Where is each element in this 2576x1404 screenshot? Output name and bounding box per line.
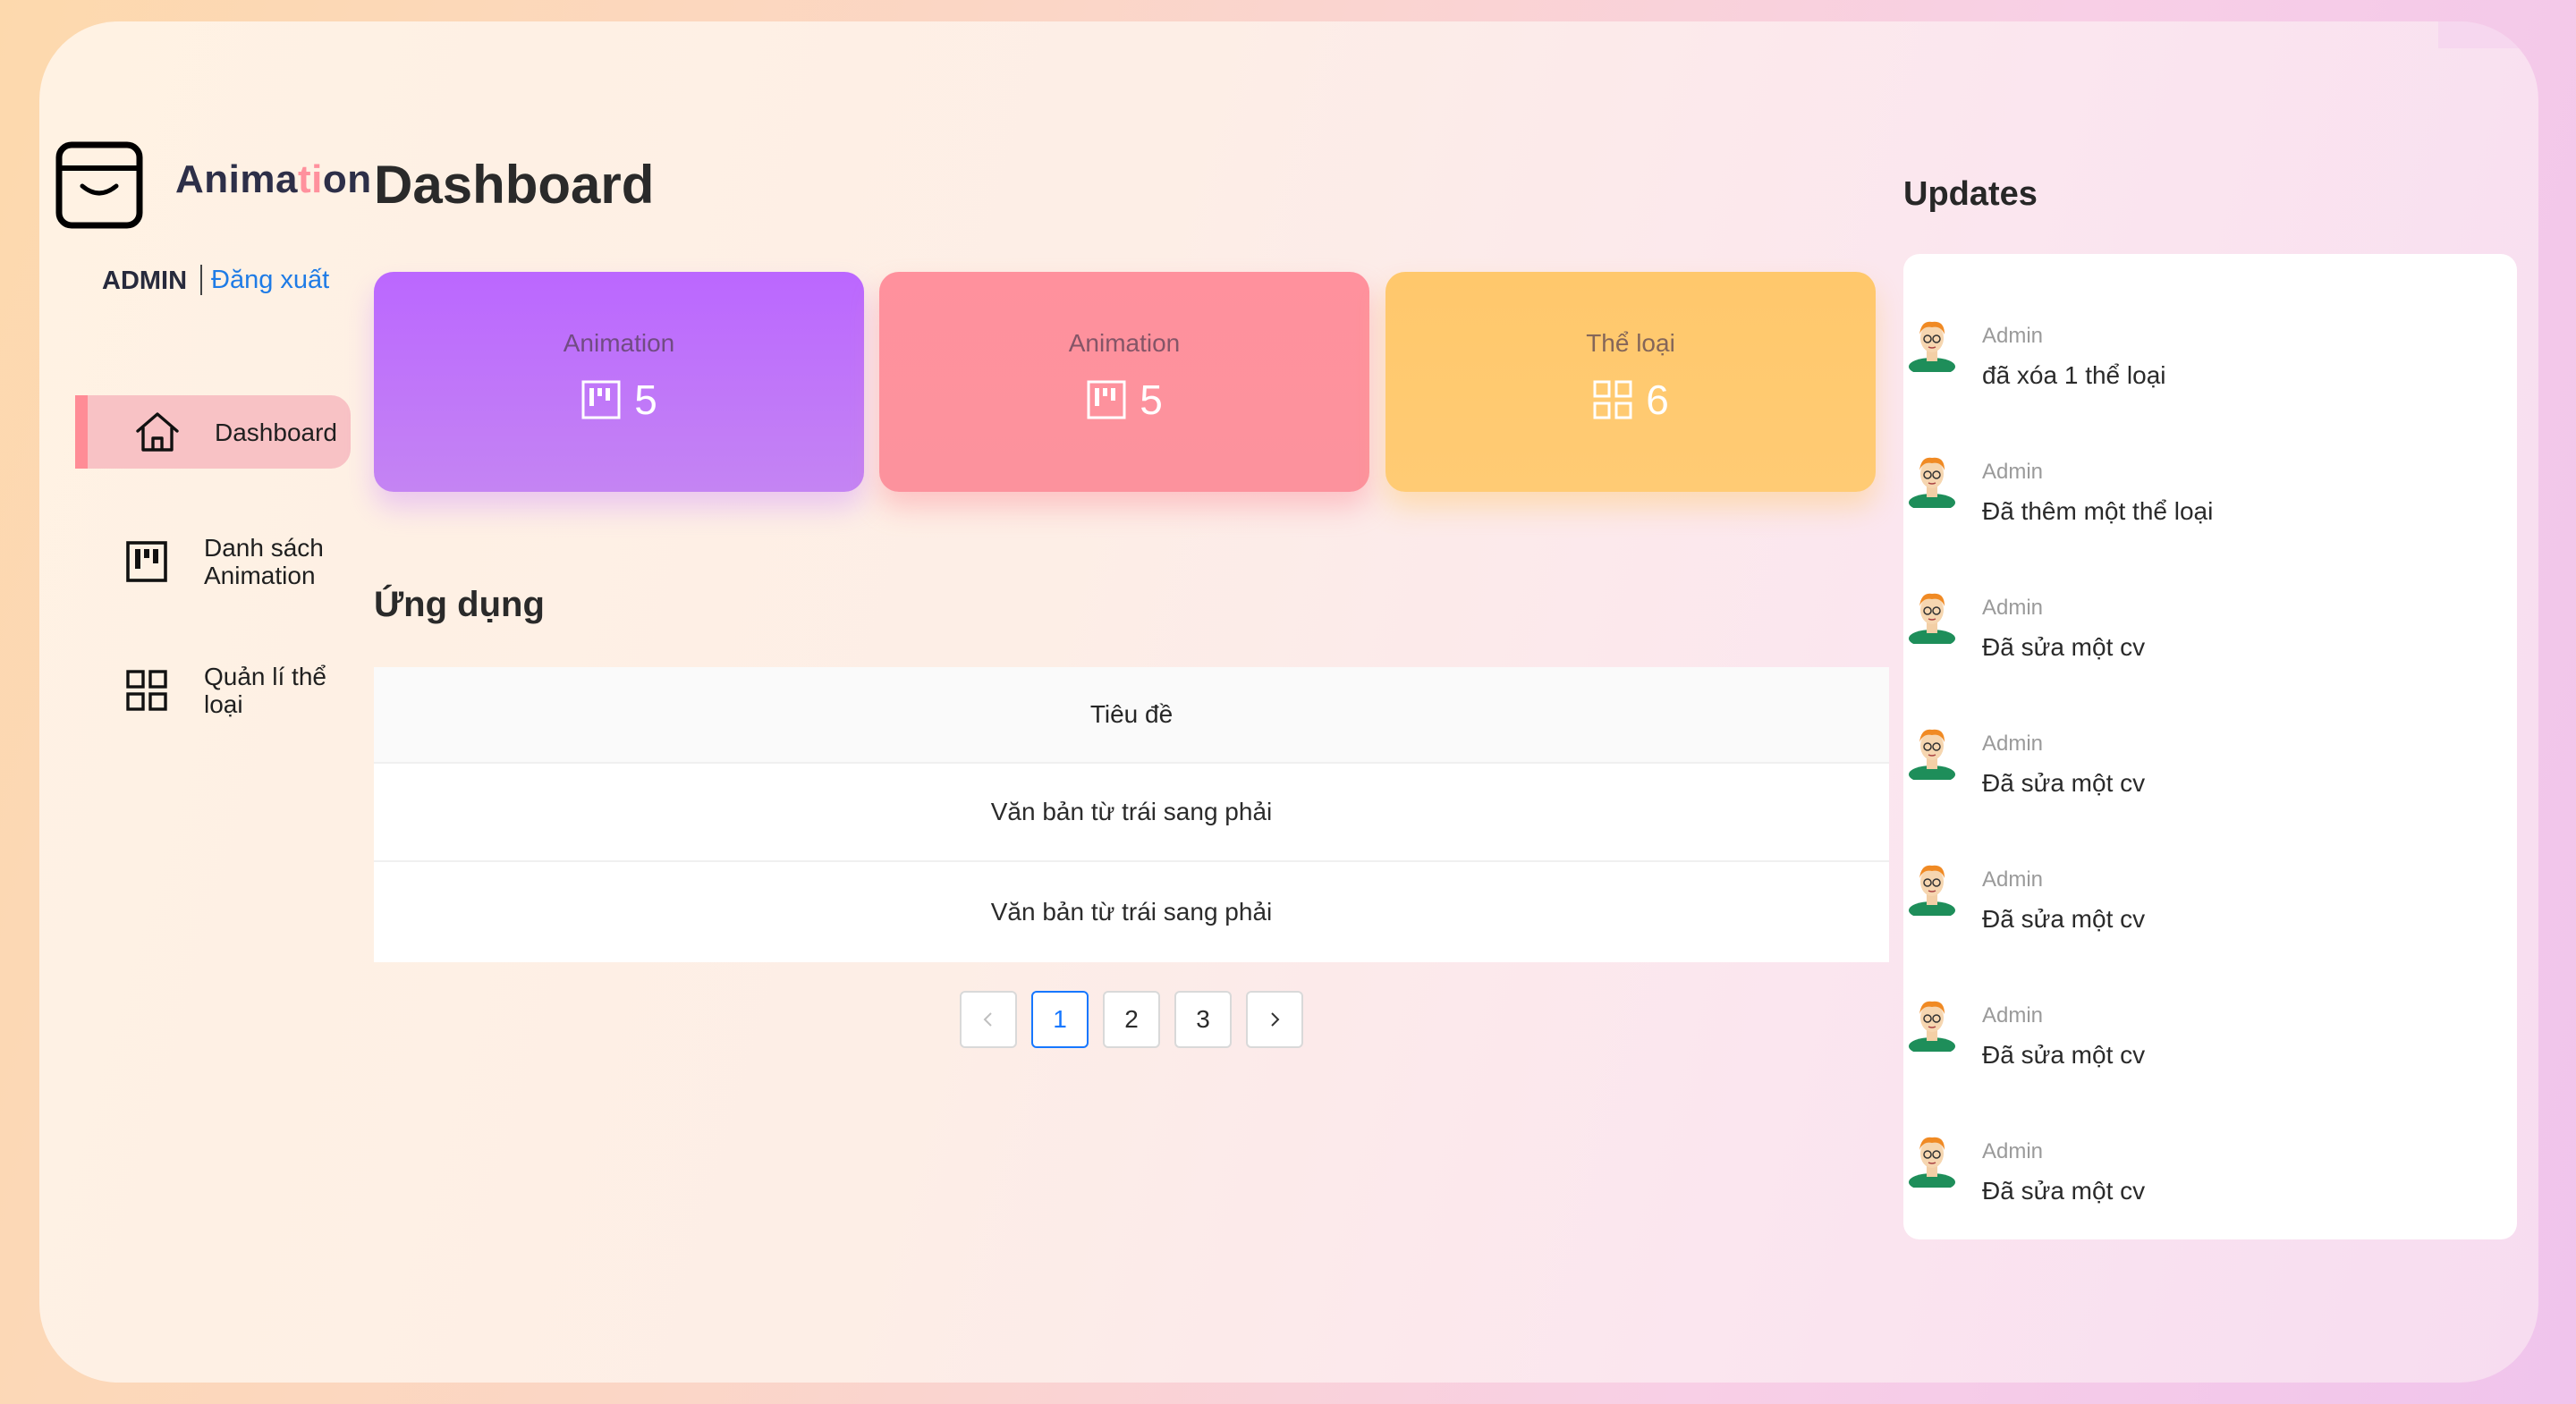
- avatar-icon: [1909, 729, 1955, 780]
- user-name: ADMIN: [102, 266, 188, 295]
- update-author: Admin: [1982, 596, 2044, 620]
- next-page-button[interactable]: [1246, 991, 1303, 1048]
- sidebar-item-label: Danh sách Animation: [204, 534, 324, 589]
- table-row[interactable]: Văn bản từ trái sang phải: [374, 862, 1889, 962]
- update-message: Đã thêm một thể loại: [1982, 497, 2214, 525]
- page-button-2[interactable]: 2: [1103, 991, 1160, 1048]
- brand-accent: ti: [297, 157, 323, 201]
- update-message: Đã sửa một cv: [1982, 1177, 2146, 1205]
- update-author: Admin: [1982, 324, 2044, 348]
- avatar-icon: [1909, 1001, 1955, 1052]
- updates-panel: Admin đã xóa 1 thể loại Admin Đã thêm mộ…: [1903, 254, 2517, 1239]
- logout-link[interactable]: Đăng xuất: [200, 265, 329, 295]
- update-message: Đã sửa một cv: [1982, 905, 2146, 933]
- avatar-icon: [1909, 1137, 1955, 1188]
- pagination: 1 2 3: [960, 991, 1303, 1048]
- avatar-icon: [1909, 865, 1955, 916]
- update-message: Đã sửa một cv: [1982, 769, 2146, 797]
- shopping-bag-logo-icon: [55, 141, 143, 229]
- prev-page-button[interactable]: [960, 991, 1017, 1048]
- avatar-icon: [1909, 321, 1955, 372]
- update-author: Admin: [1982, 1139, 2044, 1163]
- update-item: Admin đã xóa 1 thể loại: [1903, 315, 2517, 413]
- brand-name: Animation: [175, 157, 372, 202]
- stat-card-animation[interactable]: Animation 5: [374, 272, 864, 492]
- grid-icon: [1593, 380, 1632, 419]
- kanban-icon: [581, 380, 621, 419]
- chevron-left-icon: [983, 1012, 992, 1027]
- update-item: Admin Đã sửa một cv: [1903, 858, 2517, 957]
- card-value: 5: [1140, 376, 1163, 423]
- corner-tint: [2438, 21, 2538, 48]
- brand-prefix: Anima: [175, 157, 298, 201]
- stat-card-categories[interactable]: Thể loại 6: [1385, 272, 1876, 492]
- update-author: Admin: [1982, 1003, 2044, 1028]
- page-button-3[interactable]: 3: [1174, 991, 1232, 1048]
- update-author: Admin: [1982, 867, 2044, 892]
- update-item: Admin Đã sửa một cv: [1903, 723, 2517, 821]
- update-item: Admin Đã sửa một cv: [1903, 994, 2517, 1093]
- update-item: Admin Đã sửa một cv: [1903, 1130, 2517, 1229]
- update-message: Đã sửa một cv: [1982, 1041, 2146, 1069]
- update-message: Đã sửa một cv: [1982, 633, 2146, 661]
- sidebar-item-label: Quản lí thể loại: [204, 663, 326, 718]
- table-row[interactable]: Văn bản từ trái sang phải: [374, 764, 1889, 862]
- brand-suffix: on: [322, 157, 372, 201]
- avatar-icon: [1909, 457, 1955, 508]
- kanban-icon: [126, 541, 167, 582]
- avatar-icon: [1909, 593, 1955, 644]
- home-icon: [136, 412, 179, 452]
- grid-icon: [126, 670, 167, 711]
- table-header-row: Tiêu đề: [374, 667, 1889, 764]
- page-button-1[interactable]: 1: [1031, 991, 1089, 1048]
- sidebar-item-dashboard[interactable]: Dashboard: [75, 395, 351, 469]
- table-cell: Văn bản từ trái sang phải: [990, 898, 1273, 926]
- column-header-title: Tiêu đề: [1089, 700, 1174, 728]
- update-message: đã xóa 1 thể loại: [1982, 361, 2166, 389]
- sidebar-item-label: Dashboard: [215, 418, 337, 446]
- card-title: Thể loại: [1586, 329, 1675, 357]
- card-value: 6: [1646, 376, 1669, 423]
- update-author: Admin: [1982, 732, 2044, 756]
- stat-card-animation-2[interactable]: Animation 5: [879, 272, 1369, 492]
- sidebar-item-category-manager[interactable]: Quản lí thể loại: [75, 653, 351, 728]
- update-item: Admin Đã thêm một thể loại: [1903, 451, 2517, 549]
- page-title: Dashboard: [374, 155, 655, 215]
- kanban-icon: [1087, 380, 1126, 419]
- sidebar-item-animation-list[interactable]: Danh sách Animation: [75, 524, 351, 599]
- card-title: Animation: [1068, 329, 1181, 357]
- updates-title: Updates: [1903, 175, 2038, 213]
- card-title: Animation: [563, 329, 675, 357]
- update-author: Admin: [1982, 460, 2044, 484]
- section-title: Ứng dụng: [374, 585, 545, 624]
- chevron-right-icon: [1271, 1012, 1280, 1027]
- table-cell: Văn bản từ trái sang phải: [990, 798, 1273, 825]
- card-value: 5: [634, 376, 657, 423]
- apps-table: Tiêu đề Văn bản từ trái sang phải Văn bả…: [374, 667, 1889, 962]
- update-item: Admin Đã sửa một cv: [1903, 587, 2517, 685]
